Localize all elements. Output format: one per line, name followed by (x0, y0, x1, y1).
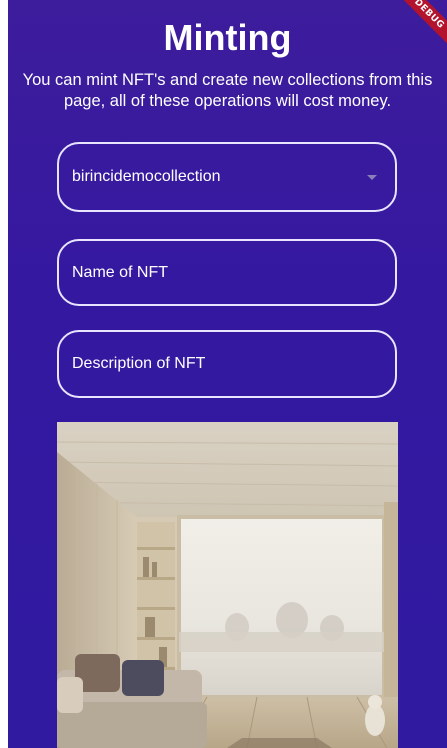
page-title: Minting (163, 17, 292, 58)
nft-description-input[interactable] (72, 355, 381, 373)
collection-dropdown-value: birincidemocollection (72, 168, 221, 185)
page-description: You can mint NFT's and create new collec… (22, 71, 433, 110)
nft-name-input[interactable] (72, 263, 381, 282)
collection-dropdown[interactable]: birincidemocollection (57, 142, 397, 212)
nft-description-field[interactable] (57, 330, 397, 398)
caret-down-icon (367, 174, 377, 180)
nft-preview-image[interactable] (57, 422, 398, 748)
minting-screen: DEBUG Minting You can mint NFT's and cre… (8, 0, 447, 748)
nft-name-field[interactable] (57, 239, 397, 306)
